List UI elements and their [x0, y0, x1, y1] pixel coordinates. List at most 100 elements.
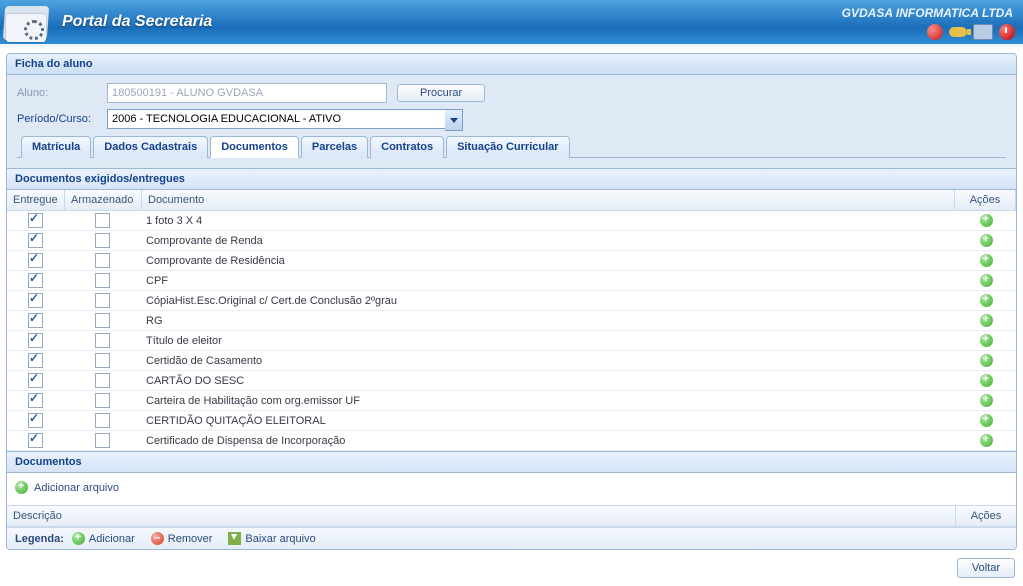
procurar-button[interactable]: Procurar: [397, 84, 485, 102]
checkbox-armazenado[interactable]: [95, 213, 110, 228]
top-icons: [927, 24, 1015, 40]
tab-documentos[interactable]: Documentos: [210, 136, 299, 158]
table-row: Comprovante de Residência: [7, 251, 1016, 271]
cell-acoes: [956, 212, 1016, 229]
add-icon[interactable]: [980, 274, 993, 287]
add-icon[interactable]: [980, 234, 993, 247]
checkbox-armazenado[interactable]: [95, 393, 110, 408]
cell-acoes: [956, 272, 1016, 289]
company-name: GVDASA INFORMATICA LTDA: [842, 6, 1013, 20]
add-icon[interactable]: [980, 394, 993, 407]
checkbox-armazenado[interactable]: [95, 413, 110, 428]
add-icon[interactable]: [980, 414, 993, 427]
checkbox-entregue[interactable]: [28, 273, 43, 288]
add-icon[interactable]: [980, 254, 993, 267]
checkbox-entregue[interactable]: [28, 353, 43, 368]
cell-entregue: [7, 331, 64, 350]
checkbox-entregue[interactable]: [28, 233, 43, 248]
checkbox-entregue[interactable]: [28, 213, 43, 228]
table-row: 1 foto 3 X 4: [7, 211, 1016, 231]
cell-documento: Carteira de Habilitação com org.emissor …: [140, 393, 956, 409]
col-descricao-acoes[interactable]: Ações: [956, 506, 1016, 526]
globe-icon[interactable]: [927, 24, 943, 40]
cell-documento: CPF: [140, 273, 956, 289]
checkbox-armazenado[interactable]: [95, 313, 110, 328]
row-periodo: Período/Curso:: [17, 109, 1006, 129]
cell-documento: Certificado de Dispensa de Incorporação: [140, 433, 956, 449]
grid-header: Entregue Armazenado Documento Ações: [7, 190, 1016, 211]
cell-acoes: [956, 392, 1016, 409]
checkbox-entregue[interactable]: [28, 433, 43, 448]
table-row: CPF: [7, 271, 1016, 291]
col-descricao[interactable]: Descrição: [7, 506, 956, 526]
tab-strip: MatrículaDados CadastraisDocumentosParce…: [17, 135, 1006, 158]
cell-entregue: [7, 371, 64, 390]
cell-armazenado: [64, 251, 140, 270]
add-icon[interactable]: [980, 434, 993, 447]
aluno-input[interactable]: [107, 83, 387, 103]
print-icon[interactable]: [973, 24, 993, 40]
descricao-header: Descrição Ações: [7, 505, 1016, 527]
add-icon[interactable]: [980, 294, 993, 307]
add-icon[interactable]: [980, 354, 993, 367]
checkbox-armazenado[interactable]: [95, 353, 110, 368]
cell-armazenado: [64, 371, 140, 390]
aluno-label: Aluno:: [17, 87, 107, 99]
col-armazenado[interactable]: Armazenado: [65, 190, 142, 210]
checkbox-armazenado[interactable]: [95, 433, 110, 448]
checkbox-armazenado[interactable]: [95, 293, 110, 308]
periodo-select[interactable]: [107, 109, 463, 129]
remove-icon: [151, 532, 164, 545]
power-icon[interactable]: [999, 24, 1015, 40]
periodo-input[interactable]: [107, 109, 455, 129]
cell-acoes: [956, 292, 1016, 309]
cell-documento: CARTÃO DO SESC: [140, 373, 956, 389]
legend-remover: Remover: [151, 532, 213, 545]
tab-dados-cadastrais[interactable]: Dados Cadastrais: [93, 136, 208, 158]
checkbox-armazenado[interactable]: [95, 233, 110, 248]
add-icon: [72, 532, 85, 545]
cell-entregue: [7, 391, 64, 410]
col-documento[interactable]: Documento: [142, 190, 955, 210]
cell-entregue: [7, 211, 64, 230]
cell-acoes: [956, 232, 1016, 249]
checkbox-entregue[interactable]: [28, 313, 43, 328]
checkbox-entregue[interactable]: [28, 413, 43, 428]
checkbox-entregue[interactable]: [28, 293, 43, 308]
add-icon[interactable]: [980, 374, 993, 387]
col-acoes[interactable]: Ações: [955, 190, 1016, 210]
add-icon[interactable]: [980, 214, 993, 227]
top-bar: Portal da Secretaria GVDASA INFORMATICA …: [0, 0, 1023, 47]
checkbox-entregue[interactable]: [28, 373, 43, 388]
key-icon[interactable]: [949, 27, 967, 37]
adicionar-arquivo-link[interactable]: Adicionar arquivo: [15, 481, 119, 494]
cell-armazenado: [64, 331, 140, 350]
table-row: CópiaHist.Esc.Original c/ Cert.de Conclu…: [7, 291, 1016, 311]
tab-matr-cula[interactable]: Matrícula: [21, 136, 91, 158]
cell-entregue: [7, 291, 64, 310]
tab-situa-o-curricular[interactable]: Situação Curricular: [446, 136, 569, 158]
checkbox-entregue[interactable]: [28, 253, 43, 268]
col-entregue[interactable]: Entregue: [7, 190, 65, 210]
cell-entregue: [7, 431, 64, 450]
checkbox-entregue[interactable]: [28, 333, 43, 348]
checkbox-armazenado[interactable]: [95, 253, 110, 268]
download-icon: [228, 532, 241, 545]
cell-armazenado: [64, 411, 140, 430]
checkbox-armazenado[interactable]: [95, 373, 110, 388]
tab-contratos[interactable]: Contratos: [370, 136, 444, 158]
table-row: CARTÃO DO SESC: [7, 371, 1016, 391]
chevron-down-icon[interactable]: [445, 109, 463, 131]
add-icon[interactable]: [980, 314, 993, 327]
checkbox-armazenado[interactable]: [95, 273, 110, 288]
cell-entregue: [7, 251, 64, 270]
tab-parcelas[interactable]: Parcelas: [301, 136, 368, 158]
table-row: Certidão de Casamento: [7, 351, 1016, 371]
checkbox-entregue[interactable]: [28, 393, 43, 408]
cell-acoes: [956, 352, 1016, 369]
checkbox-armazenado[interactable]: [95, 333, 110, 348]
voltar-button[interactable]: Voltar: [957, 558, 1015, 578]
add-icon[interactable]: [980, 334, 993, 347]
table-row: Título de eleitor: [7, 331, 1016, 351]
cell-armazenado: [64, 231, 140, 250]
